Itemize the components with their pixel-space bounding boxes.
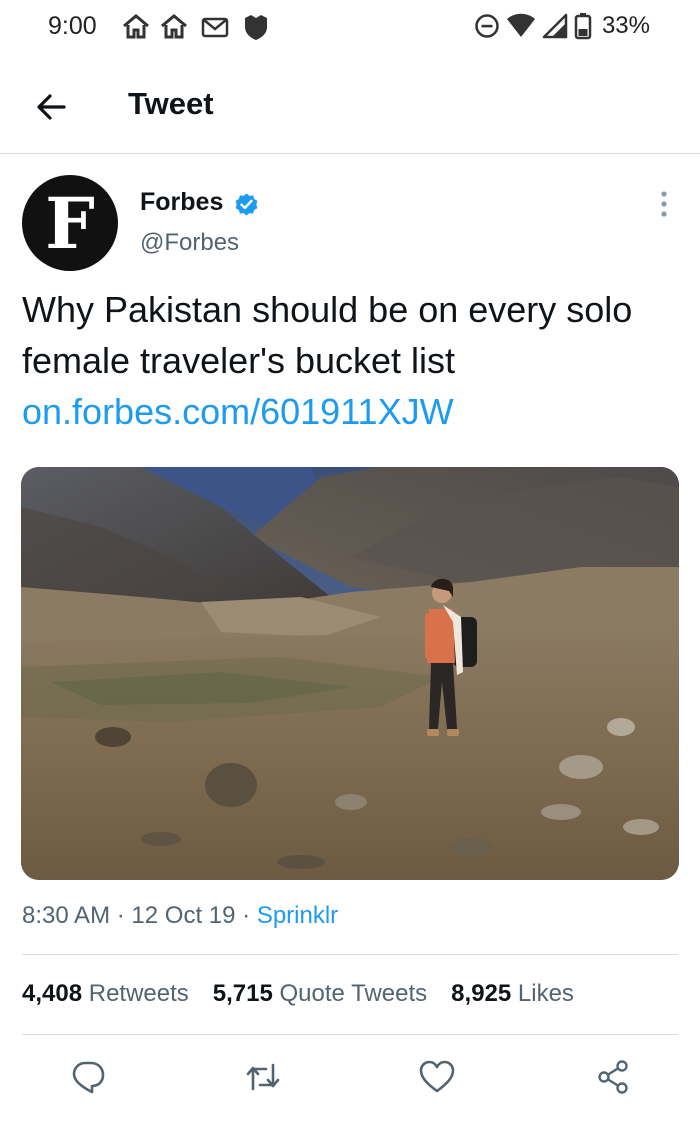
like-button[interactable] [417,1057,457,1097]
tweet-link[interactable]: on.forbes.com/601911XJW [22,386,454,437]
do-not-disturb-icon [475,14,499,38]
retweets-label: Retweets [88,980,189,1007]
retweet-icon [246,1063,280,1091]
status-right-icons: 33% [474,12,650,40]
author-avatar[interactable]: F [22,175,118,271]
retweet-button[interactable] [243,1057,283,1097]
tweet-time: 8:30 AM [22,902,111,929]
quote-tweets-label: Quote Tweets [279,980,428,1007]
tweet-text: Why Pakistan should be on every solo fem… [22,289,633,381]
meta-separator: · [242,902,251,929]
tweet-source[interactable]: Sprinklr [257,902,338,929]
like-icon [419,1060,455,1093]
divider [22,1034,678,1035]
engagement-stats: 4,408 Retweets 5,715 Quote Tweets 8,925 … [22,980,574,1008]
share-icon [598,1060,628,1094]
page-title: Tweet [128,86,214,121]
battery-icon [574,13,592,40]
tweet-meta: 8:30 AM · 12 Oct 19 · Sprinklr [22,902,338,930]
meta-separator: · [116,902,125,929]
quote-tweets-stat[interactable]: 5,715 Quote Tweets [213,980,427,1008]
wifi-icon [506,13,535,37]
likes-count: 8,925 [451,980,512,1007]
reply-button[interactable] [68,1057,108,1097]
quote-tweets-count: 5,715 [212,980,273,1007]
top-app-bar: Tweet [0,56,700,154]
arrow-left-icon [37,94,66,120]
home-icon [161,14,187,39]
tweet-date: 12 Oct 19 [131,902,236,929]
divider [22,954,678,955]
retweets-count: 4,408 [22,980,83,1007]
status-time: 9:00 [48,12,97,40]
author-name[interactable]: Forbes [140,188,223,217]
home-icon [123,14,149,39]
signal-icon [542,13,568,39]
more-options-icon[interactable] [650,188,678,220]
likes-stat[interactable]: 8,925 Likes [451,980,574,1008]
avatar-letter: F [45,182,95,265]
gmail-icon [201,17,229,38]
status-bar: 9:00 33% [0,0,700,56]
retweets-stat[interactable]: 4,408 Retweets [22,980,189,1008]
likes-label: Likes [517,980,574,1007]
verified-badge-icon [235,193,258,216]
battery-percentage: 33% [601,12,650,39]
author-handle[interactable]: @Forbes [140,229,239,257]
mountain-valley-photo [21,467,679,880]
back-button[interactable] [26,82,76,132]
tweet-photo[interactable] [21,467,679,880]
share-button[interactable] [593,1057,633,1097]
shield-icon [245,15,267,40]
reply-icon [72,1061,105,1094]
